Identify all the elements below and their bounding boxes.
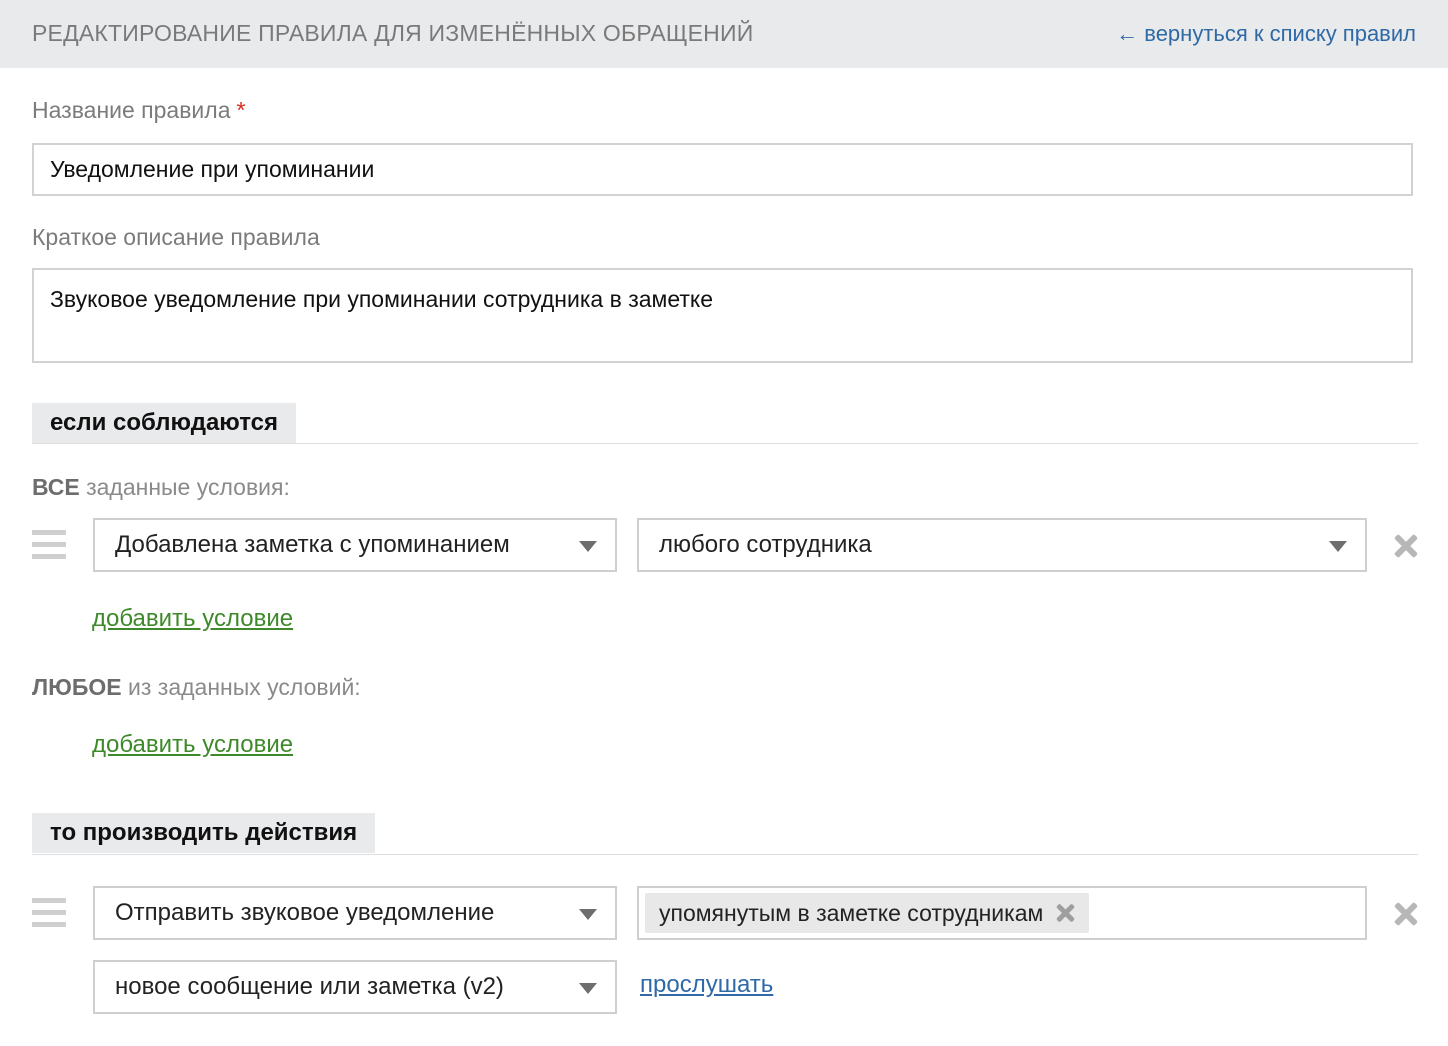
any-conditions-title: ЛЮБОЕ из заданных условий:	[32, 674, 361, 700]
condition-value-text: любого сотрудника	[659, 531, 872, 558]
rule-description-label: Краткое описание правила	[32, 224, 320, 250]
caret-down-icon	[579, 909, 597, 920]
page-title: РЕДАКТИРОВАНИЕ ПРАВИЛА ДЛЯ ИЗМЕНЁННЫХ ОБ…	[32, 20, 754, 46]
listen-sound-link[interactable]: прослушать	[640, 971, 773, 999]
required-mark: *	[236, 97, 246, 123]
action-type-select[interactable]: Отправить звуковое уведомление	[93, 886, 617, 940]
drag-handle-icon[interactable]	[32, 898, 66, 928]
action-type-value: Отправить звуковое уведомление	[115, 899, 495, 926]
page-header: РЕДАКТИРОВАНИЕ ПРАВИЛА ДЛЯ ИЗМЕНЁННЫХ ОБ…	[0, 0, 1448, 68]
actions-section-title: то производить действия	[32, 813, 376, 853]
remove-condition-icon[interactable]	[1394, 534, 1418, 558]
drag-handle-icon[interactable]	[32, 530, 66, 560]
rule-name-input[interactable]	[32, 143, 1413, 196]
caret-down-icon	[1329, 541, 1347, 552]
condition-field-select[interactable]: Добавлена заметка с упоминанием	[93, 518, 617, 572]
sound-select[interactable]: новое сообщение или заметка (v2)	[93, 960, 617, 1014]
remove-action-icon[interactable]	[1394, 902, 1418, 926]
caret-down-icon	[579, 541, 597, 552]
back-to-rules-link[interactable]: ← вернуться к списку правил	[1116, 21, 1416, 47]
add-condition-any-link[interactable]: добавить условие	[92, 731, 293, 759]
tag-remove-icon[interactable]	[1057, 904, 1075, 922]
sound-value: новое сообщение или заметка (v2)	[115, 973, 504, 1000]
conditions-section-title: если соблюдаются	[32, 403, 296, 443]
caret-down-icon	[579, 983, 597, 994]
condition-value-select[interactable]: любого сотрудника	[637, 518, 1367, 572]
condition-field-value: Добавлена заметка с упоминанием	[115, 531, 510, 558]
recipient-tag: упомянутым в заметке сотрудникам	[645, 893, 1090, 933]
section-divider	[32, 854, 1418, 855]
recipients-multiselect[interactable]: упомянутым в заметке сотрудникам	[637, 886, 1367, 940]
add-condition-all-link[interactable]: добавить условие	[92, 605, 293, 633]
all-conditions-title: ВСЕ заданные условия:	[32, 474, 290, 500]
rule-description-textarea[interactable]: Звуковое уведомление при упоминании сотр…	[32, 268, 1413, 363]
rule-name-label: Название правила *	[32, 97, 246, 123]
section-divider	[32, 443, 1418, 444]
